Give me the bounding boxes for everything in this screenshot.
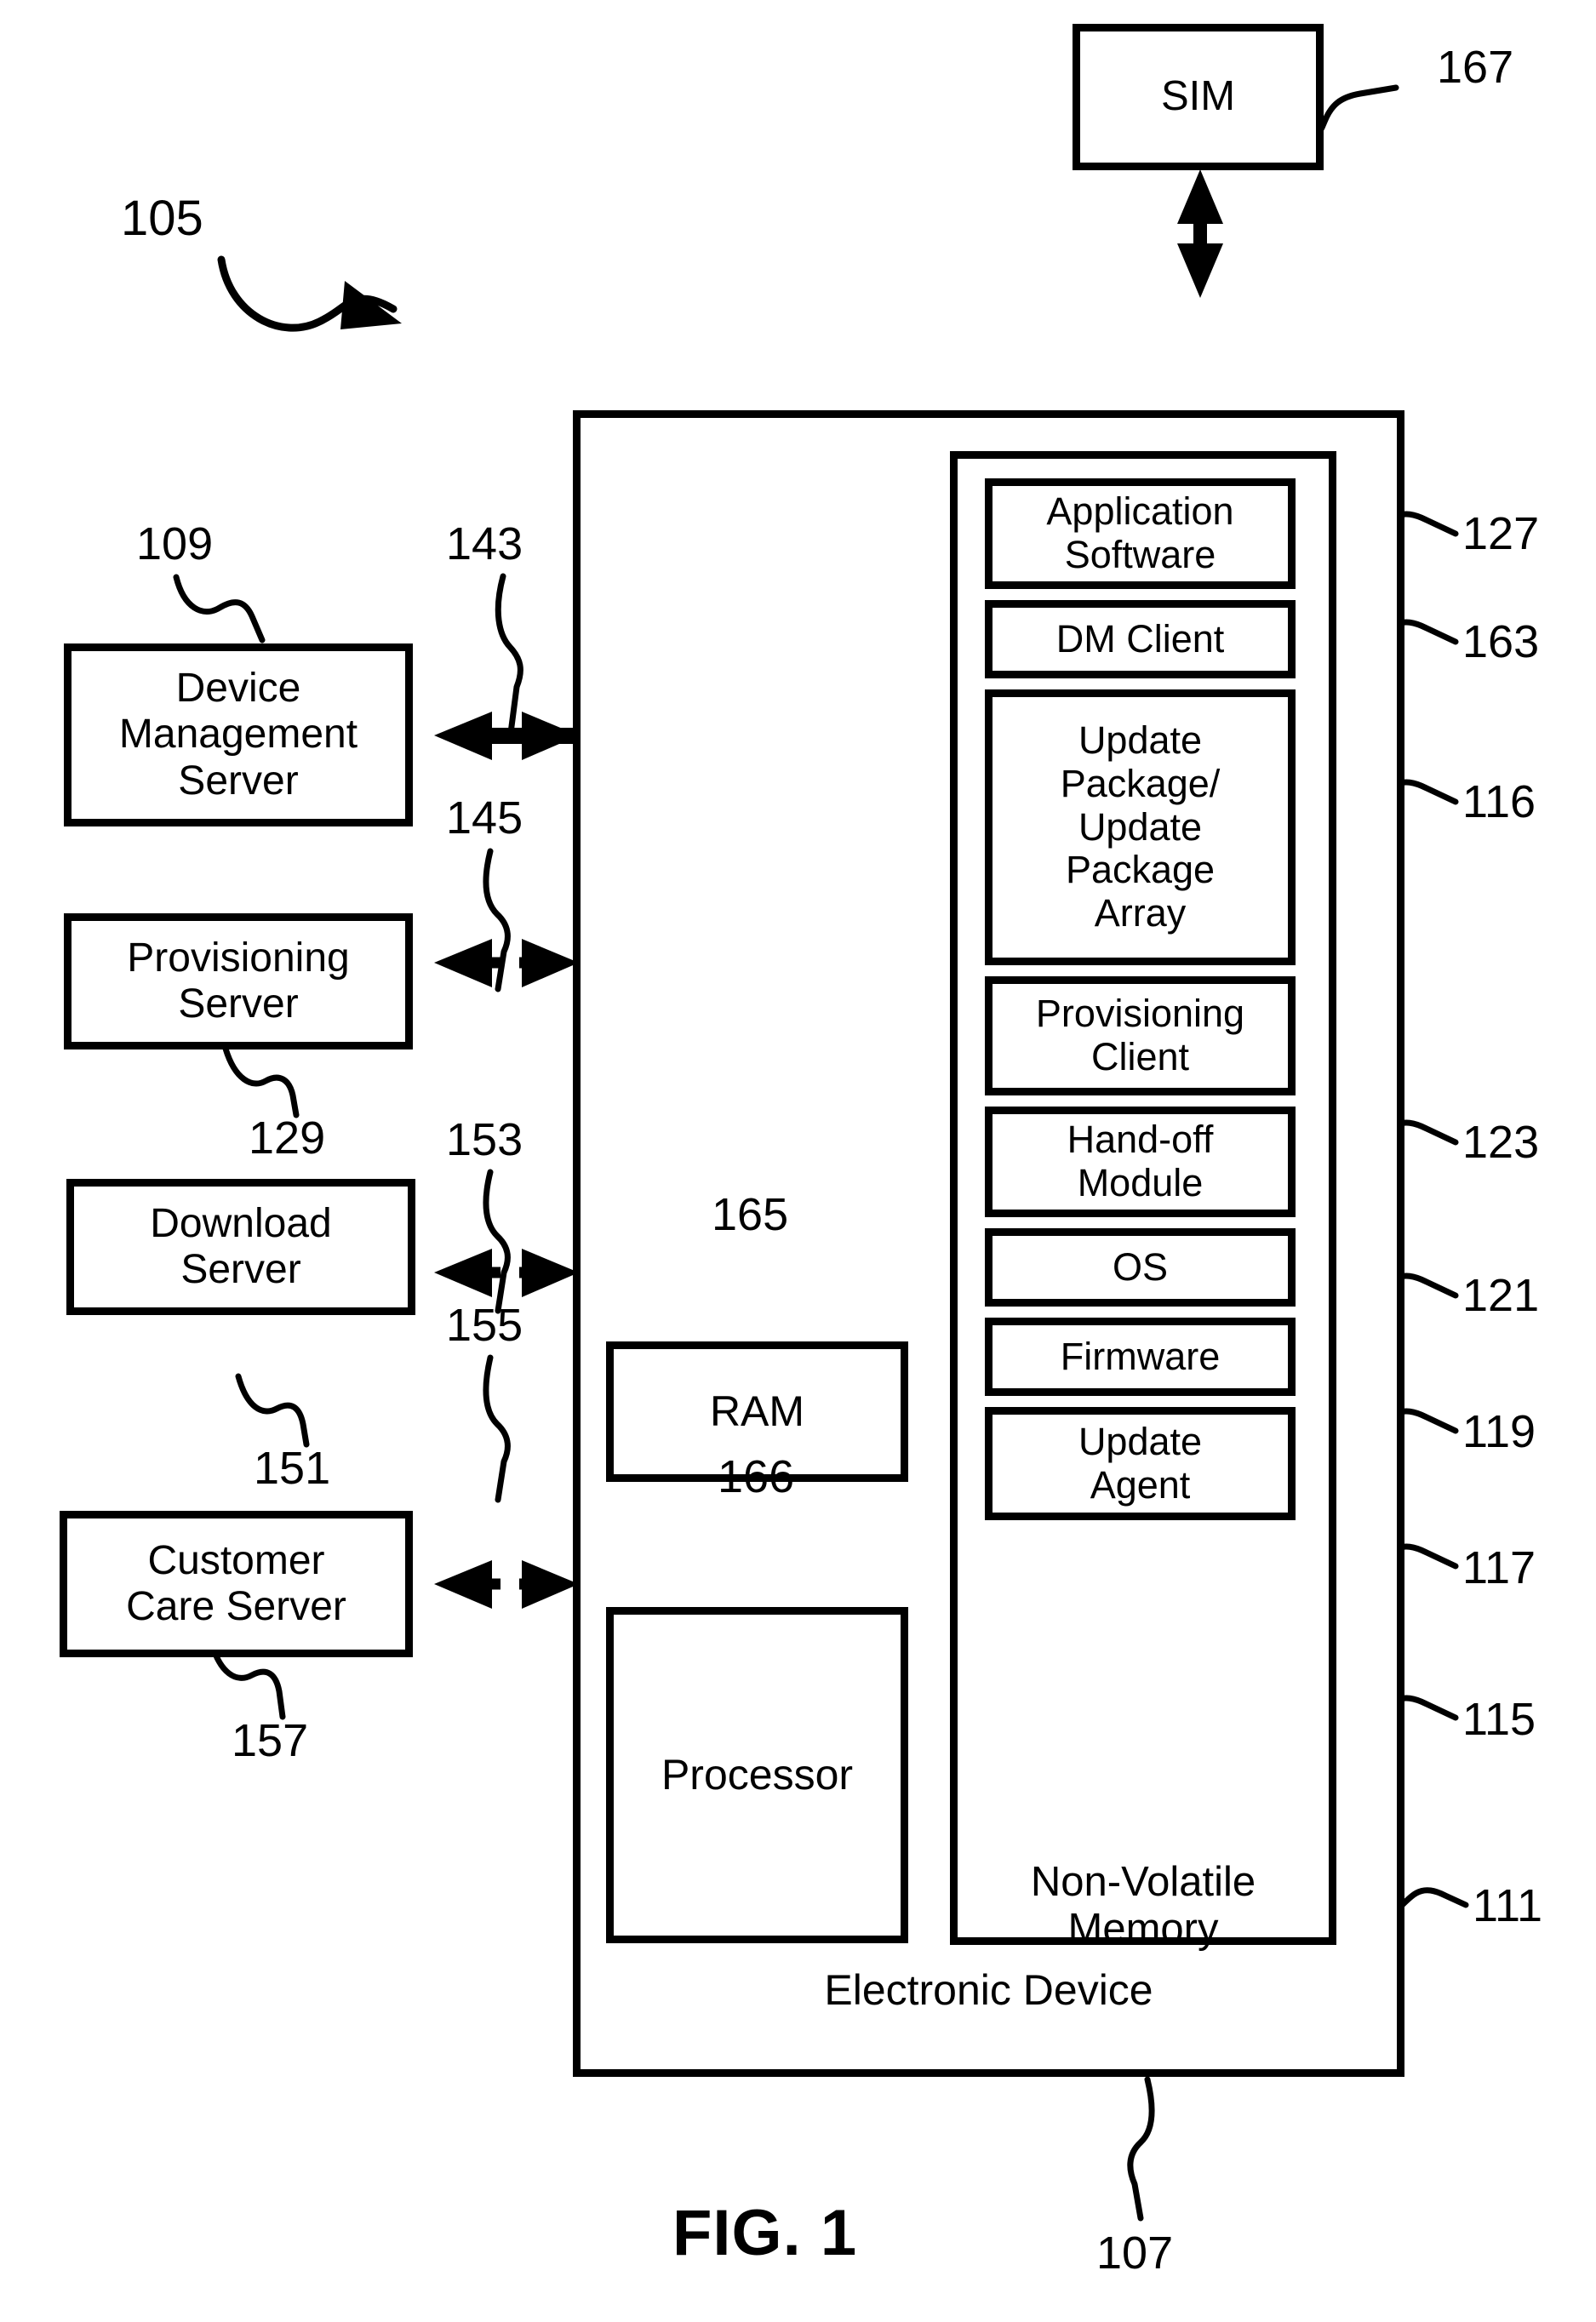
ref-143: 143 (446, 518, 523, 569)
ref-109: 109 (136, 518, 214, 569)
electronic-device-label: Electronic Device (824, 1966, 1153, 2014)
provisioning-server-box[interactable]: Provisioning Server (64, 913, 413, 1049)
application-software-box[interactable]: Application Software (985, 478, 1296, 589)
ref-153: 153 (446, 1114, 523, 1165)
leader-151 (235, 1373, 310, 1448)
ref-107: 107 (1096, 2228, 1174, 2279)
leader-107 (1127, 2076, 1155, 2222)
download-server-box[interactable]: Download Server (66, 1179, 415, 1315)
connector-145 (434, 939, 579, 987)
device-management-server-box[interactable]: Device Management Server (64, 643, 413, 826)
leader-129 (222, 1045, 300, 1118)
ref-145: 145 (446, 792, 523, 844)
ref-166: 166 (718, 1451, 795, 1502)
ref-115: 115 (1462, 1694, 1536, 1745)
ref-105: 105 (121, 191, 203, 246)
ref-165: 165 (712, 1189, 789, 1240)
leader-145 (483, 848, 511, 992)
dm-client-box[interactable]: DM Client (985, 600, 1296, 678)
ref-157: 157 (232, 1715, 309, 1766)
device-management-server-label: Device Management Server (118, 666, 358, 804)
overall-ref-arrow (217, 255, 402, 332)
dm-client-label: DM Client (1055, 616, 1225, 661)
ref-123: 123 (1462, 1117, 1540, 1168)
sim-box[interactable]: SIM (1073, 24, 1324, 170)
os-box[interactable]: OS (985, 1228, 1296, 1307)
customer-care-server-label: Customer Care Server (126, 1537, 346, 1629)
leader-143 (495, 573, 523, 736)
processor-box[interactable]: Processor (606, 1607, 908, 1943)
hand-off-module-box[interactable]: Hand-off Module (985, 1107, 1296, 1217)
patent-figure-1: SIM 167 105 Device Management Server 109… (0, 0, 1596, 2322)
hand-off-module-label: Hand-off Module (1067, 1118, 1214, 1204)
ref-116: 116 (1462, 776, 1536, 827)
application-software-label: Application Software (1046, 489, 1234, 576)
update-agent-box[interactable]: Update Agent (985, 1407, 1296, 1520)
ref-119: 119 (1462, 1406, 1536, 1457)
leader-155 (483, 1354, 511, 1503)
connector-155 (434, 1560, 579, 1609)
ref-121: 121 (1462, 1270, 1540, 1321)
leader-153 (483, 1169, 511, 1314)
provisioning-server-label: Provisioning Server (127, 935, 350, 1027)
update-agent-label: Update Agent (1078, 1419, 1203, 1507)
ref-155: 155 (446, 1300, 523, 1351)
processor-label: Processor (661, 1751, 854, 1799)
connector-153 (434, 1249, 579, 1297)
provisioning-client-box[interactable]: Provisioning Client (985, 976, 1296, 1095)
ram-label: RAM (709, 1387, 805, 1436)
connector-143 (434, 712, 579, 760)
ref-117: 117 (1462, 1542, 1536, 1593)
ref-167: 167 (1437, 42, 1514, 93)
os-label: OS (1112, 1244, 1169, 1289)
ref-127: 127 (1462, 508, 1540, 559)
firmware-box[interactable]: Firmware (985, 1318, 1296, 1396)
ref-163: 163 (1462, 616, 1540, 667)
update-package-array-box[interactable]: Update Package/ Update Package Array (985, 689, 1296, 965)
provisioning-client-label: Provisioning Client (1035, 992, 1245, 1078)
update-package-array-label: Update Package/ Update Package Array (1060, 718, 1221, 935)
firmware-label: Firmware (1060, 1334, 1221, 1378)
non-volatile-memory-label: Non-Volatile Memory (1030, 1859, 1256, 1953)
sim-label: SIM (1160, 73, 1236, 120)
download-server-label: Download Server (150, 1200, 332, 1292)
ref-129: 129 (249, 1112, 326, 1164)
ref-111: 111 (1473, 1880, 1543, 1931)
ref-151: 151 (254, 1443, 331, 1494)
leader-109 (173, 574, 266, 643)
customer-care-server-box[interactable]: Customer Care Server (60, 1511, 413, 1657)
figure-title: FIG. 1 (672, 2197, 858, 2269)
sim-device-connector (1177, 169, 1223, 298)
